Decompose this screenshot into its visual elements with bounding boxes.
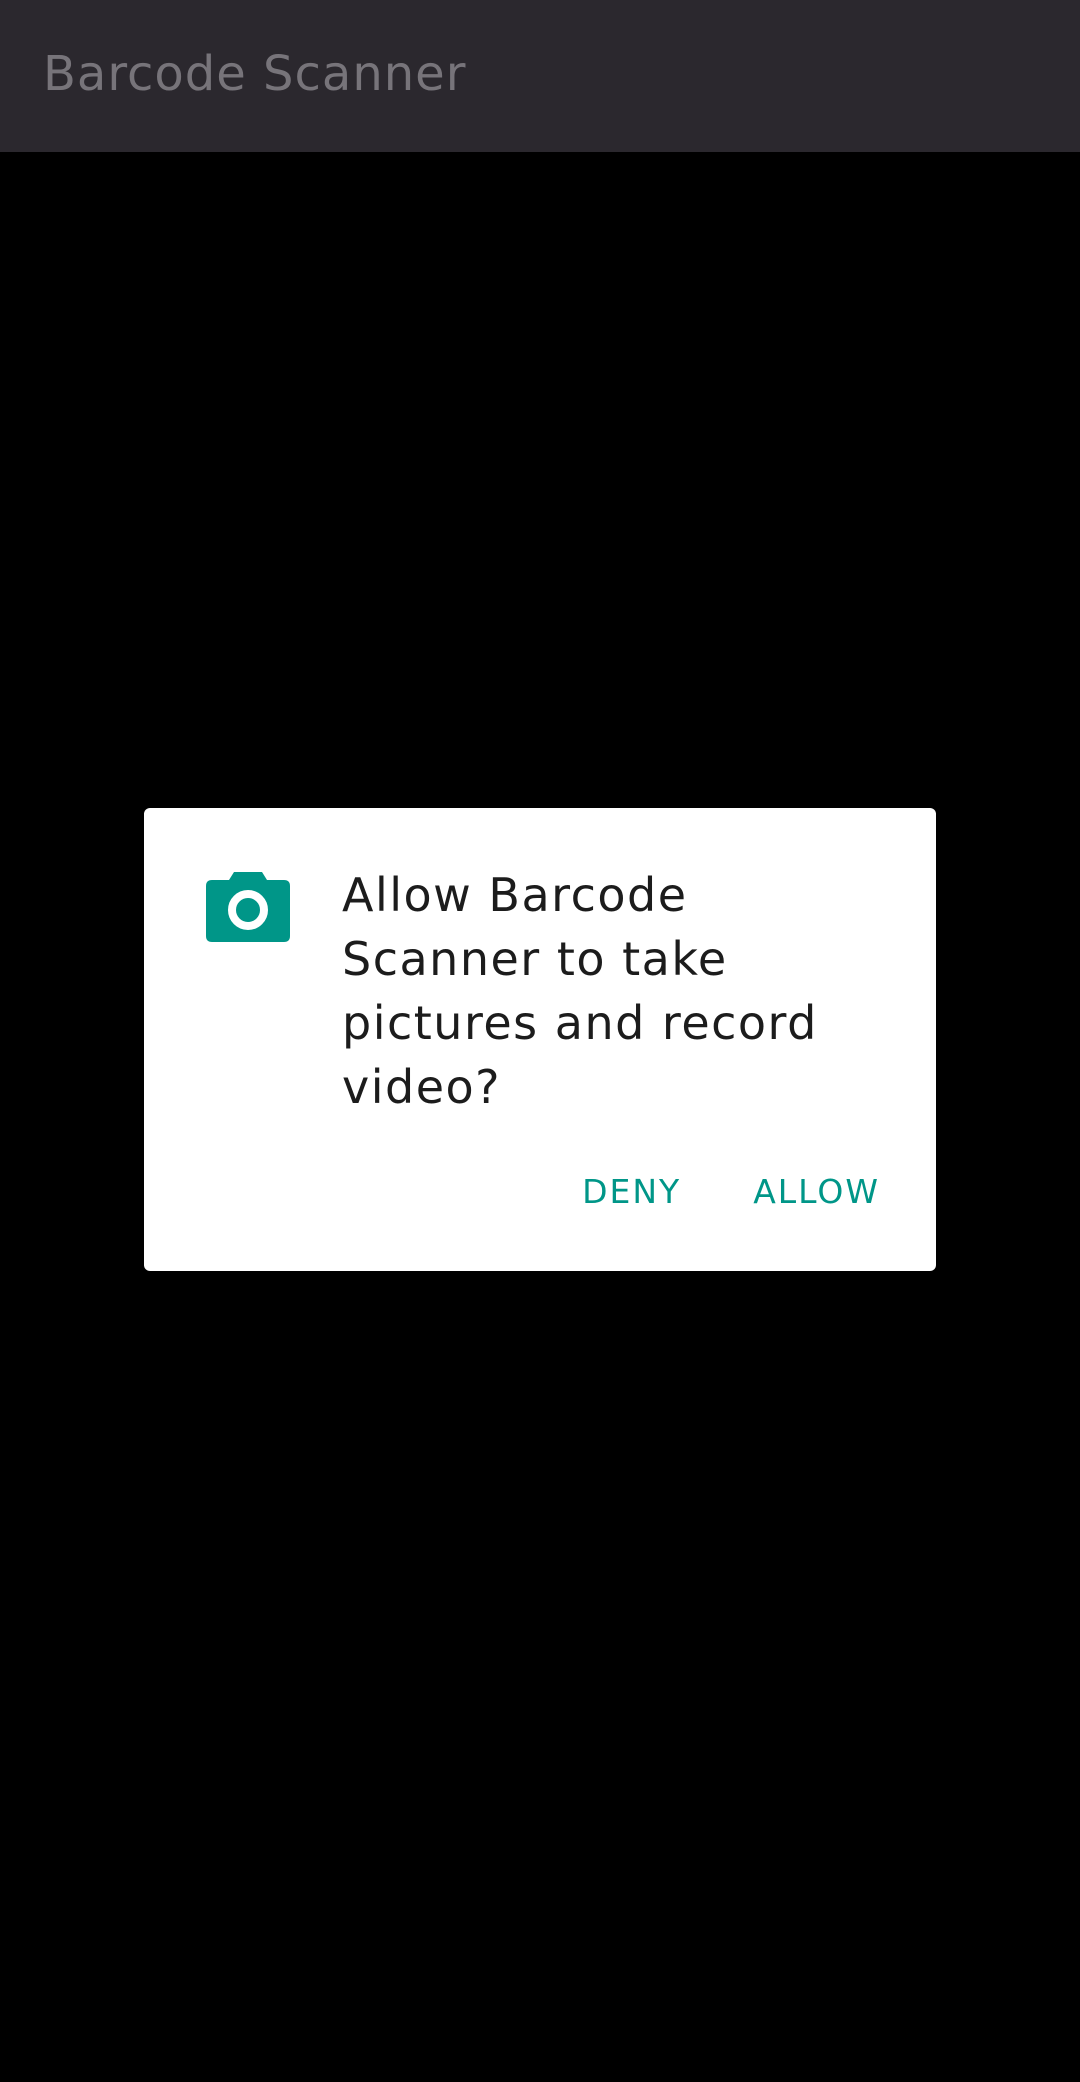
dialog-actions: DENY ALLOW xyxy=(582,1172,880,1211)
permission-message: Allow Barcode Scanner to take pictures a… xyxy=(342,868,818,1114)
app-title: Barcode Scanner xyxy=(43,46,467,102)
permission-dialog: Allow Barcode Scanner to take pictures a… xyxy=(144,808,936,1271)
camera-icon xyxy=(206,864,290,948)
app-bar: Barcode Scanner xyxy=(0,0,1080,152)
deny-button[interactable]: DENY xyxy=(582,1172,681,1211)
allow-button[interactable]: ALLOW xyxy=(753,1172,880,1211)
